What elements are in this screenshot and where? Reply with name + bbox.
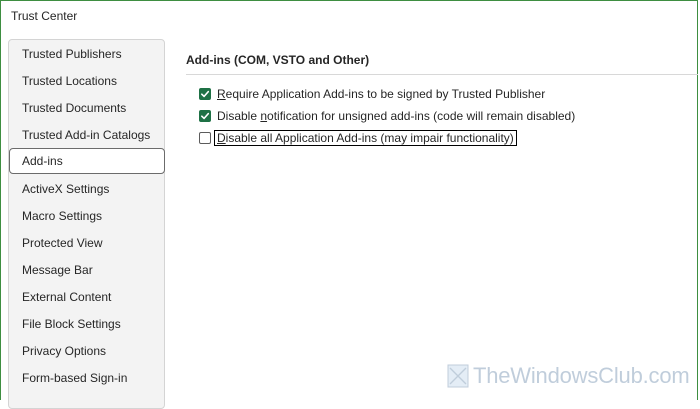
checkbox-disable-notification[interactable] <box>199 110 211 122</box>
sidebar-nav: Trusted Publishers Trusted Locations Tru… <box>8 39 165 409</box>
sidebar-item-external-content[interactable]: External Content <box>9 284 164 310</box>
sidebar-item-activex-settings[interactable]: ActiveX Settings <box>9 176 164 202</box>
window-title: Trust Center <box>11 9 78 23</box>
sidebar-item-form-based-sign-in[interactable]: Form-based Sign-in <box>9 365 164 391</box>
trust-center-window: Trust Center Trusted Publishers Trusted … <box>0 0 698 409</box>
sidebar-item-macro-settings[interactable]: Macro Settings <box>9 203 164 229</box>
option-label-disable-notification: Disable notification for unsigned add-in… <box>217 109 576 123</box>
option-label-disable-all: Disable all Application Add-ins (may imp… <box>214 130 517 146</box>
option-require-signed-add-ins[interactable]: Require Application Add-ins to be signed… <box>199 85 545 103</box>
section-divider <box>186 74 698 75</box>
option-disable-notification[interactable]: Disable notification for unsigned add-in… <box>199 107 575 125</box>
sidebar-item-trusted-add-in-catalogs[interactable]: Trusted Add-in Catalogs <box>9 122 164 148</box>
section-title: Add-ins (COM, VSTO and Other) <box>186 53 370 67</box>
sidebar-item-add-ins[interactable]: Add-ins <box>9 148 165 174</box>
sidebar-item-trusted-locations[interactable]: Trusted Locations <box>9 68 164 94</box>
sidebar-item-file-block-settings[interactable]: File Block Settings <box>9 311 164 337</box>
sidebar-item-protected-view[interactable]: Protected View <box>9 230 164 256</box>
sidebar-item-trusted-documents[interactable]: Trusted Documents <box>9 95 164 121</box>
watermark: TheWindowsClub.com <box>447 363 690 389</box>
sidebar-item-privacy-options[interactable]: Privacy Options <box>9 338 164 364</box>
checkbox-disable-all[interactable] <box>199 132 211 144</box>
option-label-require-signed: Require Application Add-ins to be signed… <box>217 87 546 101</box>
option-disable-all-add-ins[interactable]: Disable all Application Add-ins (may imp… <box>199 129 517 147</box>
checkmark-icon <box>201 112 210 120</box>
watermark-text: TheWindowsClub.com <box>473 363 690 388</box>
sidebar-item-trusted-publishers[interactable]: Trusted Publishers <box>9 41 164 67</box>
checkbox-require-signed[interactable] <box>199 88 211 100</box>
sidebar-item-message-bar[interactable]: Message Bar <box>9 257 164 283</box>
checkmark-icon <box>201 90 210 98</box>
windows-logo-icon <box>447 364 469 388</box>
